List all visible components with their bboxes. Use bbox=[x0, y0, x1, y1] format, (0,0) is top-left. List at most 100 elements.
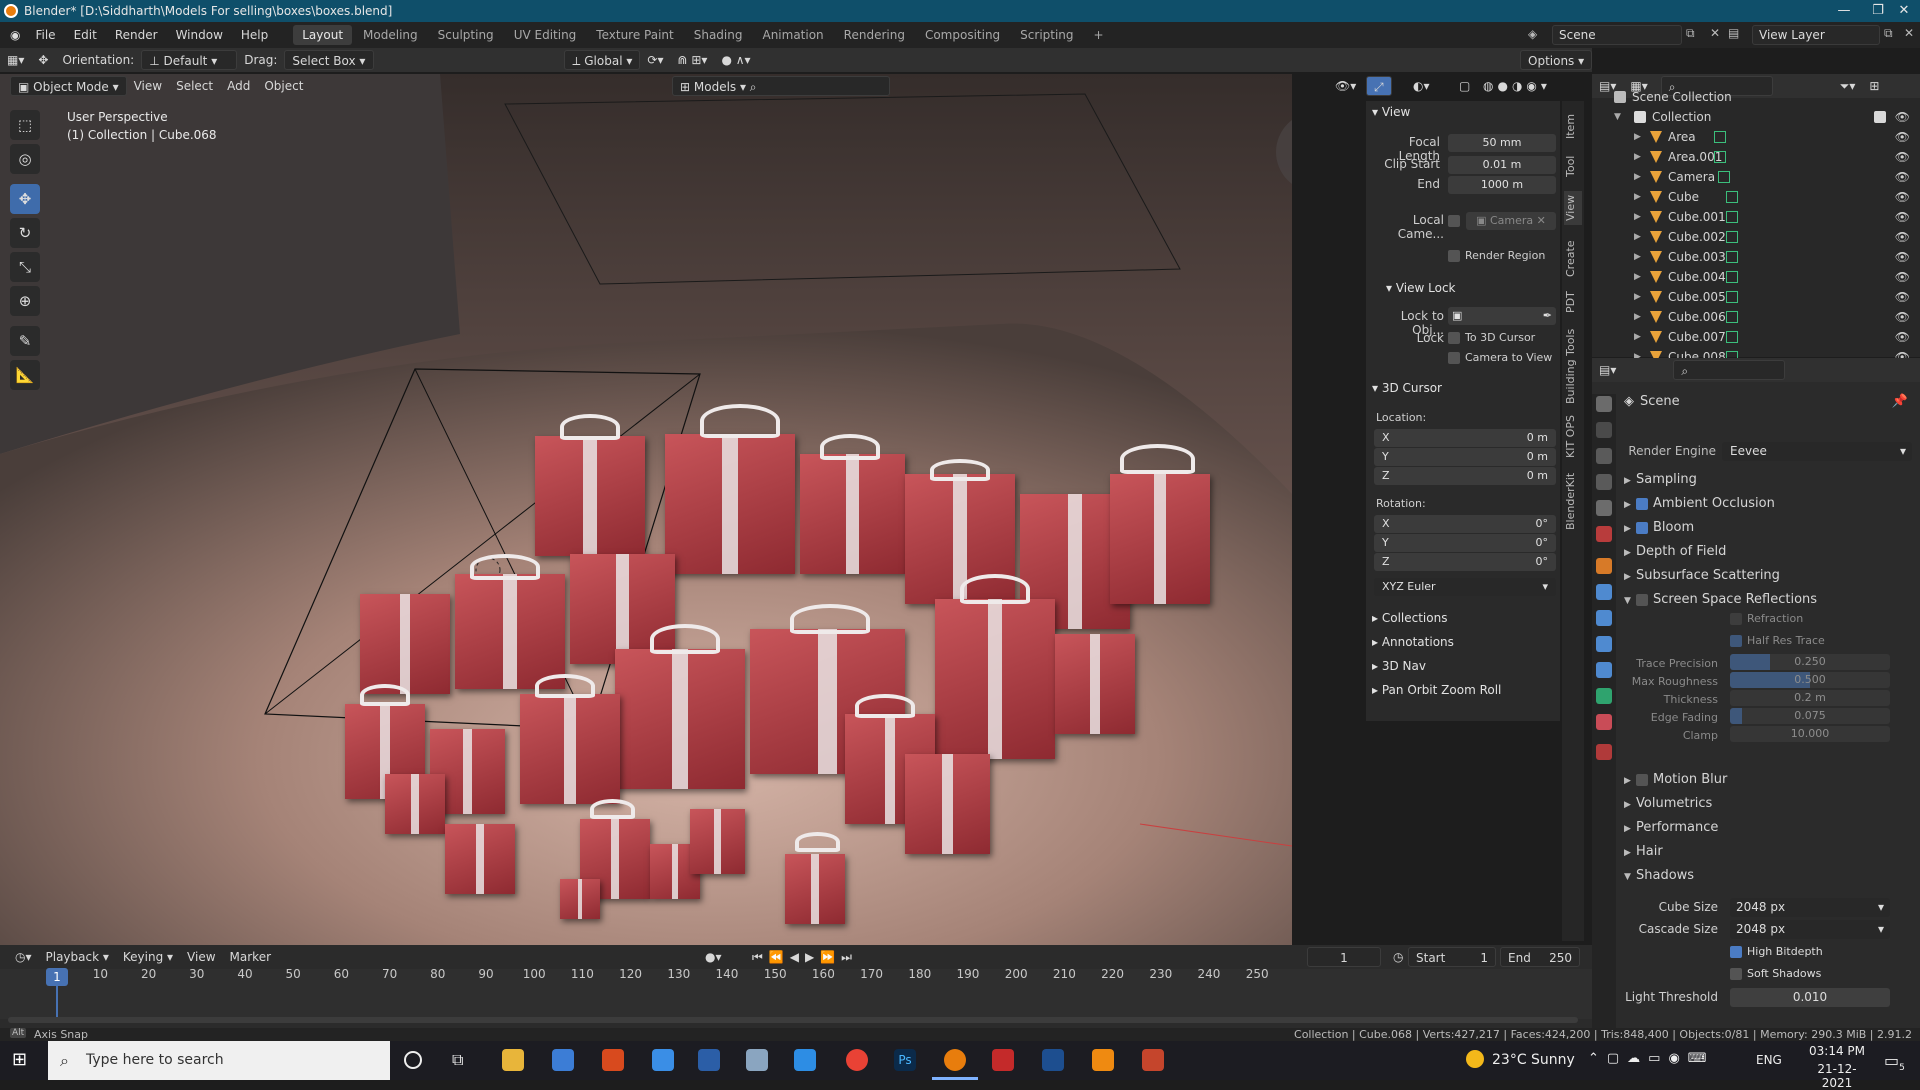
viewport-menu-view[interactable]: View bbox=[127, 76, 169, 96]
mesh-data-icon[interactable] bbox=[1726, 291, 1738, 303]
scale-tool-icon[interactable]: ⤡ bbox=[10, 252, 40, 282]
menu-window[interactable]: Window bbox=[167, 22, 232, 48]
render-tab-icon[interactable] bbox=[1596, 422, 1612, 438]
tab-create[interactable]: Create bbox=[1564, 239, 1582, 279]
tool-tab-icon[interactable] bbox=[1596, 396, 1612, 412]
render-panel-header[interactable]: ▶ Hair bbox=[1624, 840, 1914, 864]
cursor-rotation-y[interactable]: Y 0° bbox=[1374, 534, 1556, 552]
outliner-row[interactable]: ▶ Cube.001 👁 bbox=[1592, 207, 1920, 227]
eye-icon[interactable]: 👁 bbox=[1895, 307, 1910, 327]
blender-menu-icon[interactable]: ◉ bbox=[10, 28, 20, 42]
weather-sun-icon[interactable] bbox=[1466, 1050, 1484, 1068]
viewport-menu-add[interactable]: Add bbox=[220, 76, 257, 96]
playback-controls[interactable]: ⏮⏪◀▶⏩⏭ bbox=[745, 947, 865, 967]
eye-icon[interactable]: 👁 bbox=[1895, 147, 1910, 167]
modifier-tab-icon[interactable] bbox=[1596, 584, 1612, 600]
navigation-gizmo[interactable] bbox=[1274, 110, 1292, 194]
transform-orientation-dropdown[interactable]: ⟂ Global ▾ bbox=[564, 50, 641, 70]
mesh-data-icon[interactable] bbox=[1726, 271, 1738, 283]
new-scene-icon[interactable]: ⧉ bbox=[1686, 26, 1695, 41]
constraints-tab-icon[interactable] bbox=[1596, 662, 1612, 678]
current-frame-field[interactable]: 1 bbox=[1307, 947, 1381, 967]
eye-icon[interactable]: 👁 bbox=[1895, 167, 1910, 187]
clock-date[interactable]: 21-12-2021 bbox=[1804, 1062, 1870, 1090]
add-workspace-icon[interactable]: + bbox=[1085, 25, 1113, 45]
3d-nav-panel-header[interactable]: ▸ 3D Nav bbox=[1372, 659, 1426, 673]
high-bitdepth-checkbox[interactable]: High Bitdepth bbox=[1730, 945, 1823, 958]
outliner-row-scene-collection[interactable]: Scene Collection bbox=[1592, 87, 1920, 107]
expand-icon[interactable]: ▶ bbox=[1634, 227, 1641, 247]
system-tray-icons[interactable]: ⌃▢☁▭◉⌨ bbox=[1588, 1051, 1715, 1066]
cursor-rotation-x[interactable]: X 0° bbox=[1374, 515, 1556, 533]
ssr-slider[interactable]: 0.500 bbox=[1730, 672, 1890, 688]
eye-icon[interactable]: 👁 bbox=[1895, 327, 1910, 347]
pivot-icon[interactable]: ⟳▾ bbox=[640, 50, 670, 70]
orientation-dropdown[interactable]: ⊥ Default ▾ bbox=[141, 50, 238, 70]
render-panel-header[interactable]: ▶ Subsurface Scattering bbox=[1624, 564, 1914, 588]
material-tab-icon[interactable] bbox=[1596, 714, 1612, 730]
lock-to-object-field[interactable]: ▣ ✒ bbox=[1448, 307, 1556, 325]
tab-scripting[interactable]: Scripting bbox=[1011, 25, 1082, 45]
xray-icon[interactable]: ▢ bbox=[1452, 76, 1477, 96]
pan-orbit-zoom-roll-panel-header[interactable]: ▸ Pan Orbit Zoom Roll bbox=[1372, 683, 1501, 697]
mesh-data-icon[interactable] bbox=[1726, 251, 1738, 263]
app-icon[interactable] bbox=[992, 1049, 1014, 1071]
object-tab-icon[interactable] bbox=[1596, 558, 1612, 574]
tab-tool[interactable]: Tool bbox=[1564, 151, 1582, 181]
render-panel-header[interactable]: ▶ Bloom bbox=[1624, 516, 1914, 540]
menu-render[interactable]: Render bbox=[106, 22, 167, 48]
panel-enable-checkbox[interactable] bbox=[1636, 497, 1648, 510]
menu-help[interactable]: Help bbox=[232, 22, 277, 48]
tab-view[interactable]: View bbox=[1564, 191, 1582, 225]
tab-kit-ops[interactable]: KIT OPS bbox=[1564, 413, 1582, 461]
ssr-slider[interactable]: 0.250 bbox=[1730, 654, 1890, 670]
snap-icon[interactable]: ⋒ ⊞▾ bbox=[671, 50, 715, 70]
texture-tab-icon[interactable] bbox=[1596, 744, 1612, 760]
outliner-row[interactable]: ▶ Cube.002 👁 bbox=[1592, 227, 1920, 247]
tab-uv-editing[interactable]: UV Editing bbox=[505, 25, 586, 45]
scene-selector[interactable]: Scene bbox=[1552, 25, 1682, 45]
store-icon[interactable] bbox=[552, 1049, 574, 1071]
collection-filter[interactable]: ⊞ Models ▾ ⌕ bbox=[672, 76, 890, 96]
office-icon[interactable] bbox=[602, 1049, 624, 1071]
expand-icon[interactable]: ▼ bbox=[1614, 107, 1621, 127]
eye-icon[interactable]: 👁 bbox=[1895, 267, 1910, 287]
outliner-row[interactable]: ▶ Cube.003 👁 bbox=[1592, 247, 1920, 267]
render-region-checkbox[interactable]: Render Region bbox=[1448, 249, 1545, 262]
expand-icon[interactable]: ▶ bbox=[1634, 287, 1641, 307]
tab-building-tools[interactable]: Building Tools bbox=[1564, 327, 1582, 405]
mesh-data-icon[interactable] bbox=[1726, 211, 1738, 223]
view-panel-header[interactable]: ▾ View bbox=[1372, 105, 1410, 119]
clip-end-field[interactable]: 1000 m bbox=[1448, 176, 1556, 194]
render-panel-header[interactable]: ▶ Performance bbox=[1624, 816, 1914, 840]
chrome-icon[interactable] bbox=[846, 1049, 868, 1071]
eye-icon[interactable]: 👁 bbox=[1895, 187, 1910, 207]
scene-tab-icon[interactable] bbox=[1596, 500, 1612, 516]
camera-data-icon[interactable] bbox=[1718, 171, 1730, 183]
clip-start-field[interactable]: 0.01 m bbox=[1448, 156, 1556, 174]
eye-icon[interactable]: 👁 bbox=[1895, 127, 1910, 147]
expand-icon[interactable]: ▶ bbox=[1634, 187, 1641, 207]
focal-length-field[interactable]: 50 mm bbox=[1448, 134, 1556, 152]
photoshop-icon[interactable]: Ps bbox=[894, 1049, 916, 1071]
outliner-row[interactable]: ▶ Cube 👁 bbox=[1592, 187, 1920, 207]
cursor-location-y[interactable]: Y 0 m bbox=[1374, 448, 1556, 466]
soft-shadows-checkbox[interactable]: Soft Shadows bbox=[1730, 967, 1821, 980]
world-tab-icon[interactable] bbox=[1596, 526, 1612, 542]
rotate-tool-icon[interactable]: ↻ bbox=[10, 218, 40, 248]
outliner-row[interactable]: ▶ Cube.005 👁 bbox=[1592, 287, 1920, 307]
eye-icon[interactable]: 👁 bbox=[1895, 247, 1910, 267]
preview-range-icon[interactable]: ◷ bbox=[1386, 947, 1410, 967]
expand-icon[interactable]: ▶ bbox=[1634, 327, 1641, 347]
eye-icon[interactable]: 👁 bbox=[1895, 287, 1910, 307]
expand-icon[interactable]: ▶ bbox=[1634, 167, 1641, 187]
mesh-data-icon[interactable] bbox=[1726, 331, 1738, 343]
playhead[interactable]: 1 bbox=[46, 968, 68, 986]
app-icon[interactable] bbox=[652, 1049, 674, 1071]
move-tool-icon[interactable]: ✥ bbox=[10, 184, 40, 214]
proportional-edit-icon[interactable]: ● ∧▾ bbox=[714, 50, 757, 70]
particles-tab-icon[interactable] bbox=[1596, 610, 1612, 626]
cascade-size-dropdown[interactable]: 2048 px ▾ bbox=[1730, 920, 1890, 939]
drag-dropdown[interactable]: Select Box ▾ bbox=[284, 50, 375, 70]
mesh-data-icon[interactable] bbox=[1726, 231, 1738, 243]
